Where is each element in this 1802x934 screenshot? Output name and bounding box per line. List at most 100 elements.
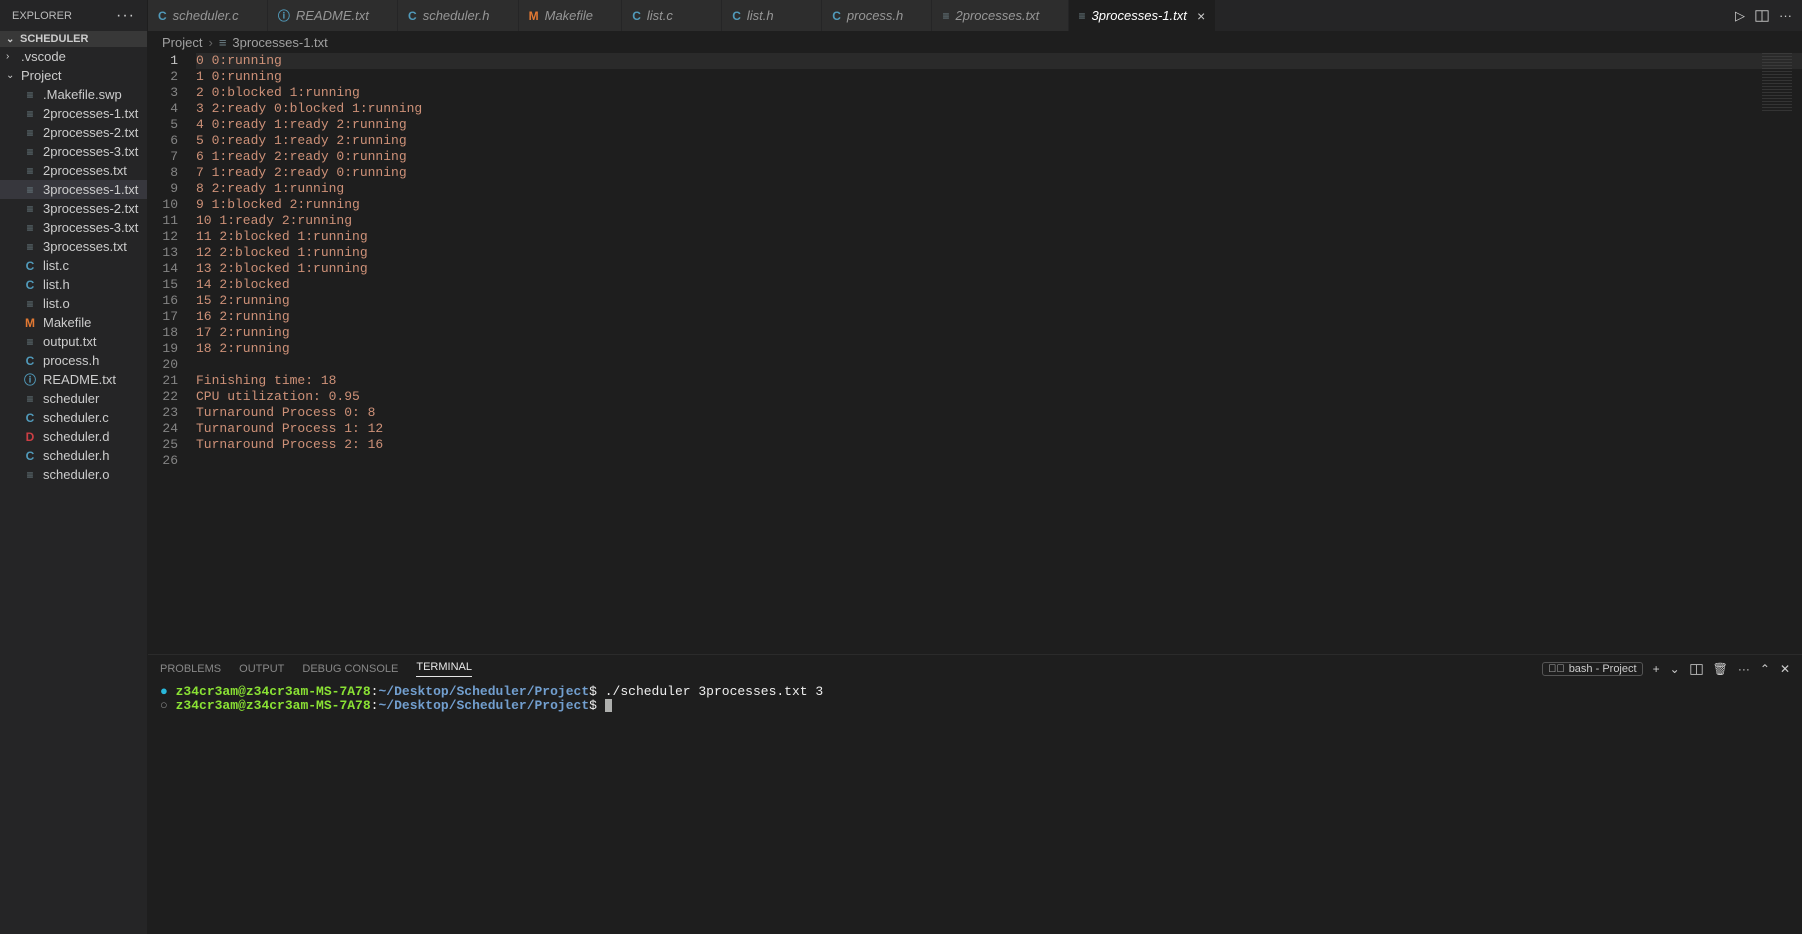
file-item[interactable]: ≡3processes.txt <box>0 237 147 256</box>
terminal-body[interactable]: ● z34cr3am@z34cr3am-MS-7A78:~/Desktop/Sc… <box>148 683 1802 934</box>
explorer-more-icon[interactable]: ··· <box>116 8 135 24</box>
code-line[interactable]: 11 2:blocked 1:running <box>196 229 1802 245</box>
code-line[interactable]: 9 1:blocked 2:running <box>196 197 1802 213</box>
file-item[interactable]: ⓘREADME.txt <box>0 370 147 389</box>
code-line[interactable]: 16 2:running <box>196 309 1802 325</box>
split-editor-icon[interactable] <box>1755 9 1769 23</box>
file-item[interactable]: Cscheduler.c <box>0 408 147 427</box>
split-terminal-icon[interactable] <box>1690 663 1703 676</box>
close-panel-icon[interactable]: ✕ <box>1780 662 1790 676</box>
more-terminal-icon[interactable]: ··· <box>1738 662 1750 676</box>
code-line[interactable]: 17 2:running <box>196 325 1802 341</box>
code-line[interactable]: 0 0:running <box>196 53 1802 69</box>
file-label: list.o <box>43 296 70 311</box>
close-icon[interactable]: × <box>1197 8 1205 24</box>
code-line[interactable] <box>196 453 1802 469</box>
code-line[interactable]: 6 1:ready 2:ready 0:running <box>196 149 1802 165</box>
line-number: 25 <box>148 437 178 453</box>
run-icon[interactable]: ▷ <box>1735 8 1745 24</box>
file-item[interactable]: ≡3processes-2.txt <box>0 199 147 218</box>
file-item[interactable]: Cprocess.h <box>0 351 147 370</box>
file-label: 3processes-1.txt <box>43 182 138 197</box>
main-area: Cscheduler.c×ⓘREADME.txt×Cscheduler.h×MM… <box>148 0 1802 934</box>
maximize-panel-icon[interactable]: ⌃ <box>1760 662 1770 676</box>
section-header-scheduler[interactable]: ⌄ SCHEDULER <box>0 31 147 47</box>
code-line[interactable]: 13 2:blocked 1:running <box>196 261 1802 277</box>
code-line[interactable]: Turnaround Process 1: 12 <box>196 421 1802 437</box>
tab-label: 3processes-1.txt <box>1092 8 1187 23</box>
file-tree: › .vscode ⌄ Project ≡.Makefile.swp≡2proc… <box>0 47 147 934</box>
code-line[interactable]: 2 0:blocked 1:running <box>196 85 1802 101</box>
code-line[interactable]: Finishing time: 18 <box>196 373 1802 389</box>
code-content[interactable]: 0 0:running1 0:running2 0:blocked 1:runn… <box>196 53 1802 654</box>
file-item[interactable]: ≡.Makefile.swp <box>0 85 147 104</box>
code-line[interactable]: CPU utilization: 0.95 <box>196 389 1802 405</box>
file-label: scheduler.h <box>43 448 110 463</box>
file-item[interactable]: MMakefile <box>0 313 147 332</box>
file-icon: D <box>22 430 38 444</box>
tab-problems[interactable]: PROBLEMS <box>160 663 221 675</box>
more-actions-icon[interactable]: ··· <box>1779 8 1792 23</box>
file-item[interactable]: ≡2processes-3.txt <box>0 142 147 161</box>
code-line[interactable]: 1 0:running <box>196 69 1802 85</box>
minimap[interactable] <box>1762 53 1792 113</box>
file-item[interactable]: Cscheduler.h <box>0 446 147 465</box>
file-item[interactable]: ≡2processes.txt <box>0 161 147 180</box>
editor-tab[interactable]: ⓘREADME.txt× <box>268 0 398 31</box>
line-number: 19 <box>148 341 178 357</box>
line-number: 11 <box>148 213 178 229</box>
tab-output[interactable]: OUTPUT <box>239 663 284 675</box>
file-item[interactable]: Clist.h <box>0 275 147 294</box>
file-item[interactable]: ≡list.o <box>0 294 147 313</box>
line-number: 22 <box>148 389 178 405</box>
file-icon: ≡ <box>22 107 38 121</box>
code-line[interactable]: Turnaround Process 0: 8 <box>196 405 1802 421</box>
code-line[interactable]: 8 2:ready 1:running <box>196 181 1802 197</box>
line-number: 26 <box>148 453 178 469</box>
file-item[interactable]: ≡scheduler.o <box>0 465 147 484</box>
folder-vscode[interactable]: › .vscode <box>0 47 147 66</box>
code-line[interactable]: 4 0:ready 1:ready 2:running <box>196 117 1802 133</box>
editor[interactable]: 1234567891011121314151617181920212223242… <box>148 53 1802 654</box>
code-line[interactable] <box>196 357 1802 373</box>
folder-project[interactable]: ⌄ Project <box>0 66 147 85</box>
file-item[interactable]: ≡2processes-2.txt <box>0 123 147 142</box>
code-line[interactable]: 7 1:ready 2:ready 0:running <box>196 165 1802 181</box>
new-terminal-dropdown-icon[interactable]: ⌄ <box>1670 662 1680 676</box>
code-line[interactable]: 10 1:ready 2:running <box>196 213 1802 229</box>
code-line[interactable]: 12 2:blocked 1:running <box>196 245 1802 261</box>
file-icon: ≡ <box>22 88 38 102</box>
file-item[interactable]: Dscheduler.d <box>0 427 147 446</box>
editor-tab[interactable]: Clist.c× <box>622 0 722 31</box>
tab-label: list.h <box>747 8 774 23</box>
code-line[interactable]: Turnaround Process 2: 16 <box>196 437 1802 453</box>
code-line[interactable]: 14 2:blocked <box>196 277 1802 293</box>
line-number: 21 <box>148 373 178 389</box>
code-line[interactable]: 3 2:ready 0:blocked 1:running <box>196 101 1802 117</box>
editor-tab[interactable]: ≡3processes-1.txt× <box>1069 0 1217 31</box>
file-item[interactable]: ≡scheduler <box>0 389 147 408</box>
file-item[interactable]: Clist.c <box>0 256 147 275</box>
new-terminal-icon[interactable]: + <box>1653 662 1660 676</box>
code-line[interactable]: 15 2:running <box>196 293 1802 309</box>
tab-debug-console[interactable]: DEBUG CONSOLE <box>302 663 398 675</box>
editor-tab[interactable]: Cscheduler.h× <box>398 0 519 31</box>
breadcrumb-root[interactable]: Project <box>162 35 202 50</box>
file-item[interactable]: ≡3processes-3.txt <box>0 218 147 237</box>
editor-tab[interactable]: Cprocess.h× <box>822 0 932 31</box>
editor-tab[interactable]: ≡2processes.txt× <box>932 0 1068 31</box>
file-icon: C <box>22 449 38 463</box>
breadcrumb[interactable]: Project › ≡ 3processes-1.txt <box>148 31 1802 53</box>
code-line[interactable]: 5 0:ready 1:ready 2:running <box>196 133 1802 149</box>
terminal-shell-selector[interactable]: ❯⃞ bash - Project <box>1542 662 1642 676</box>
file-item[interactable]: ≡output.txt <box>0 332 147 351</box>
editor-tab[interactable]: MMakefile× <box>519 0 623 31</box>
kill-terminal-icon[interactable]: 🗑 <box>1713 662 1728 676</box>
tab-terminal[interactable]: TERMINAL <box>416 661 472 677</box>
file-item[interactable]: ≡3processes-1.txt <box>0 180 147 199</box>
file-item[interactable]: ≡2processes-1.txt <box>0 104 147 123</box>
editor-tab[interactable]: Clist.h× <box>722 0 822 31</box>
breadcrumb-file[interactable]: 3processes-1.txt <box>232 35 327 50</box>
code-line[interactable]: 18 2:running <box>196 341 1802 357</box>
editor-tab[interactable]: Cscheduler.c× <box>148 0 268 31</box>
